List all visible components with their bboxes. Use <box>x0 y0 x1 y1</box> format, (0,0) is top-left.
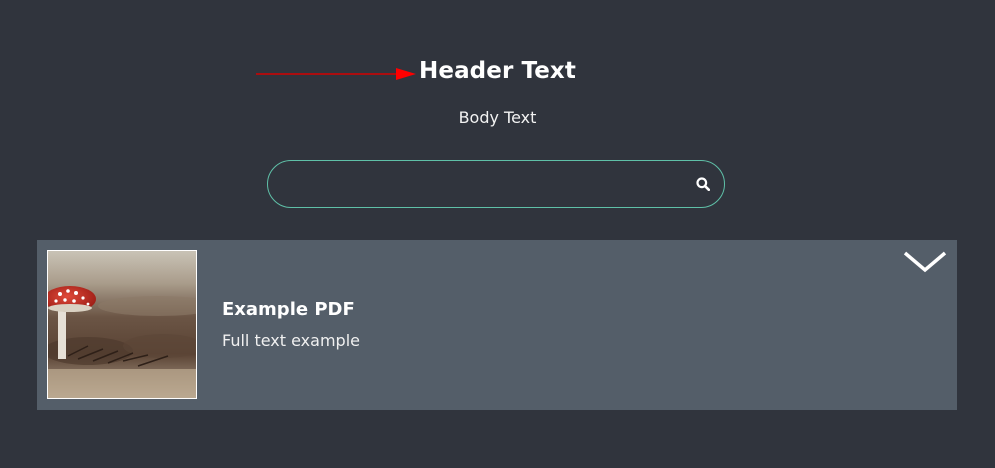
mushroom-photo <box>48 251 196 398</box>
search-button[interactable] <box>692 173 714 195</box>
page-title: Header Text <box>419 58 576 84</box>
result-item[interactable]: Example PDF Full text example <box>37 240 957 410</box>
result-thumbnail[interactable] <box>47 250 197 399</box>
body-text: Body Text <box>458 108 537 127</box>
result-description: Full text example <box>222 331 360 350</box>
search-icon <box>696 177 710 191</box>
search-input[interactable] <box>286 161 690 209</box>
search-bar <box>267 160 725 209</box>
chevron-down-icon <box>903 251 947 273</box>
expand-toggle[interactable] <box>903 250 947 274</box>
result-title[interactable]: Example PDF <box>222 299 355 320</box>
